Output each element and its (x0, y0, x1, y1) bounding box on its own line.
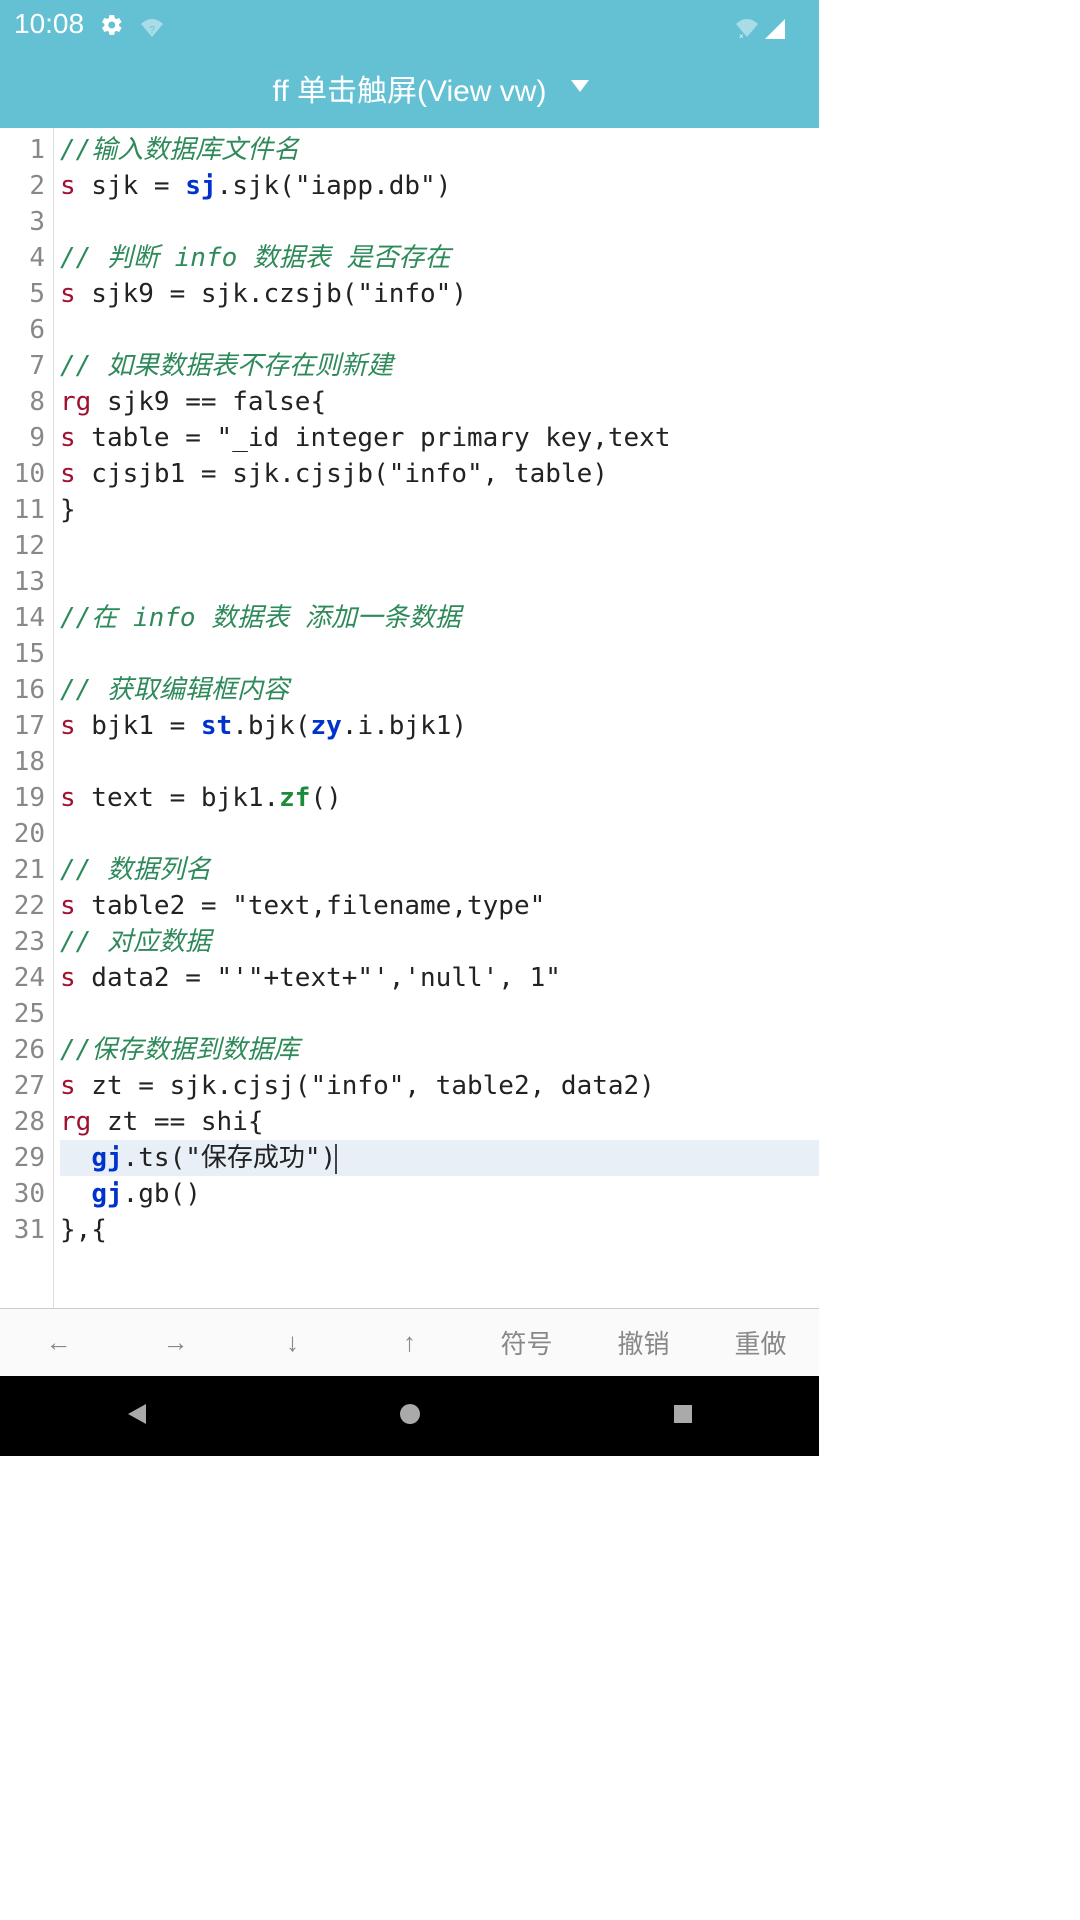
line-number-gutter: 1234567891011121314151617181920212223242… (0, 128, 54, 1308)
line-number: 2 (0, 168, 47, 204)
nav-recent-button[interactable] (623, 1401, 743, 1432)
line-number: 1 (0, 132, 47, 168)
line-number: 24 (0, 960, 47, 996)
code-line[interactable]: gj.gb() (60, 1176, 819, 1212)
code-line[interactable]: // 如果数据表不存在则新建 (60, 348, 819, 384)
line-number: 17 (0, 708, 47, 744)
gear-icon (100, 12, 124, 36)
arrow-left-button[interactable]: ← (0, 1313, 117, 1372)
editor-toolbar: ← → ↓ ↑ 符号 撤销 重做 (0, 1308, 819, 1376)
code-line[interactable]: //保存数据到数据库 (60, 1032, 819, 1068)
line-number: 26 (0, 1032, 47, 1068)
line-number: 23 (0, 924, 47, 960)
code-line[interactable]: //在 info 数据表 添加一条数据 (60, 600, 819, 636)
battery-icon (791, 12, 805, 36)
wifi-question-icon: ? (140, 14, 164, 34)
line-number: 20 (0, 816, 47, 852)
nav-back-button[interactable] (77, 1401, 197, 1432)
arrow-up-button[interactable]: ↑ (351, 1313, 468, 1372)
code-line[interactable] (60, 816, 819, 852)
line-number: 18 (0, 744, 47, 780)
line-number: 5 (0, 276, 47, 312)
line-number: 13 (0, 564, 47, 600)
line-number: 22 (0, 888, 47, 924)
line-number: 11 (0, 492, 47, 528)
line-number: 14 (0, 600, 47, 636)
header-title[interactable]: ff 单击触屏(View vw) (273, 66, 547, 110)
line-number: 15 (0, 636, 47, 672)
code-line[interactable] (60, 636, 819, 672)
text-cursor (335, 1144, 337, 1174)
code-area[interactable]: //输入数据库文件名s sjk = sj.sjk("iapp.db") // 判断… (54, 128, 819, 1308)
dropdown-icon[interactable] (571, 79, 589, 97)
code-line[interactable] (60, 312, 819, 348)
line-number: 21 (0, 852, 47, 888)
status-bar: 10:08 ? × (0, 0, 819, 48)
arrow-right-button[interactable]: → (117, 1313, 234, 1372)
code-line[interactable]: } (60, 492, 819, 528)
line-number: 9 (0, 420, 47, 456)
nav-home-button[interactable] (350, 1401, 470, 1432)
code-editor[interactable]: 1234567891011121314151617181920212223242… (0, 128, 819, 1308)
code-line[interactable]: s cjsjb1 = sjk.cjsjb("info", table) (60, 456, 819, 492)
line-number: 12 (0, 528, 47, 564)
code-line[interactable]: //输入数据库文件名 (60, 132, 819, 168)
code-line[interactable]: // 判断 info 数据表 是否存在 (60, 240, 819, 276)
line-number: 28 (0, 1104, 47, 1140)
code-line[interactable] (60, 564, 819, 600)
line-number: 25 (0, 996, 47, 1032)
code-line[interactable] (60, 528, 819, 564)
code-line[interactable] (60, 996, 819, 1032)
code-line[interactable] (60, 744, 819, 780)
line-number: 10 (0, 456, 47, 492)
line-number: 16 (0, 672, 47, 708)
code-line[interactable]: s data2 = "'"+text+"','null', 1" (60, 960, 819, 996)
wifi-x-icon: × (735, 14, 759, 34)
line-number: 30 (0, 1176, 47, 1212)
line-number: 27 (0, 1068, 47, 1104)
status-time: 10:08 (14, 8, 84, 40)
signal-icon (765, 14, 785, 34)
code-line[interactable]: s table2 = "text,filename,type" (60, 888, 819, 924)
line-number: 6 (0, 312, 47, 348)
code-line[interactable]: s table = "_id integer primary key,text (60, 420, 819, 456)
code-line[interactable]: s sjk9 = sjk.czsjb("info") (60, 276, 819, 312)
line-number: 3 (0, 204, 47, 240)
line-number: 4 (0, 240, 47, 276)
line-number: 7 (0, 348, 47, 384)
symbol-button[interactable]: 符号 (468, 1310, 585, 1375)
code-line[interactable]: gj.ts("保存成功") (60, 1140, 819, 1176)
header-bar: ff 单击触屏(View vw) (0, 48, 819, 128)
undo-button[interactable]: 撤销 (585, 1310, 702, 1375)
code-line[interactable]: // 数据列名 (60, 852, 819, 888)
line-number: 29 (0, 1140, 47, 1176)
svg-text:×: × (739, 32, 744, 39)
code-line[interactable]: rg zt == shi{ (60, 1104, 819, 1140)
code-line[interactable]: // 对应数据 (60, 924, 819, 960)
code-line[interactable] (60, 204, 819, 240)
line-number: 19 (0, 780, 47, 816)
code-line[interactable]: s text = bjk1.zf() (60, 780, 819, 816)
status-left: 10:08 ? (14, 8, 164, 40)
code-line[interactable]: // 获取编辑框内容 (60, 672, 819, 708)
code-line[interactable]: s sjk = sj.sjk("iapp.db") (60, 168, 819, 204)
svg-text:?: ? (149, 25, 155, 36)
code-line[interactable]: s zt = sjk.cjsj("info", table2, data2) (60, 1068, 819, 1104)
code-line[interactable]: rg sjk9 == false{ (60, 384, 819, 420)
code-line[interactable]: s bjk1 = st.bjk(zy.i.bjk1) (60, 708, 819, 744)
code-line[interactable]: },{ (60, 1212, 819, 1248)
arrow-down-button[interactable]: ↓ (234, 1313, 351, 1372)
line-number: 8 (0, 384, 47, 420)
redo-button[interactable]: 重做 (702, 1310, 819, 1375)
android-nav-bar (0, 1376, 819, 1456)
status-right: × (735, 12, 805, 36)
line-number: 31 (0, 1212, 47, 1248)
